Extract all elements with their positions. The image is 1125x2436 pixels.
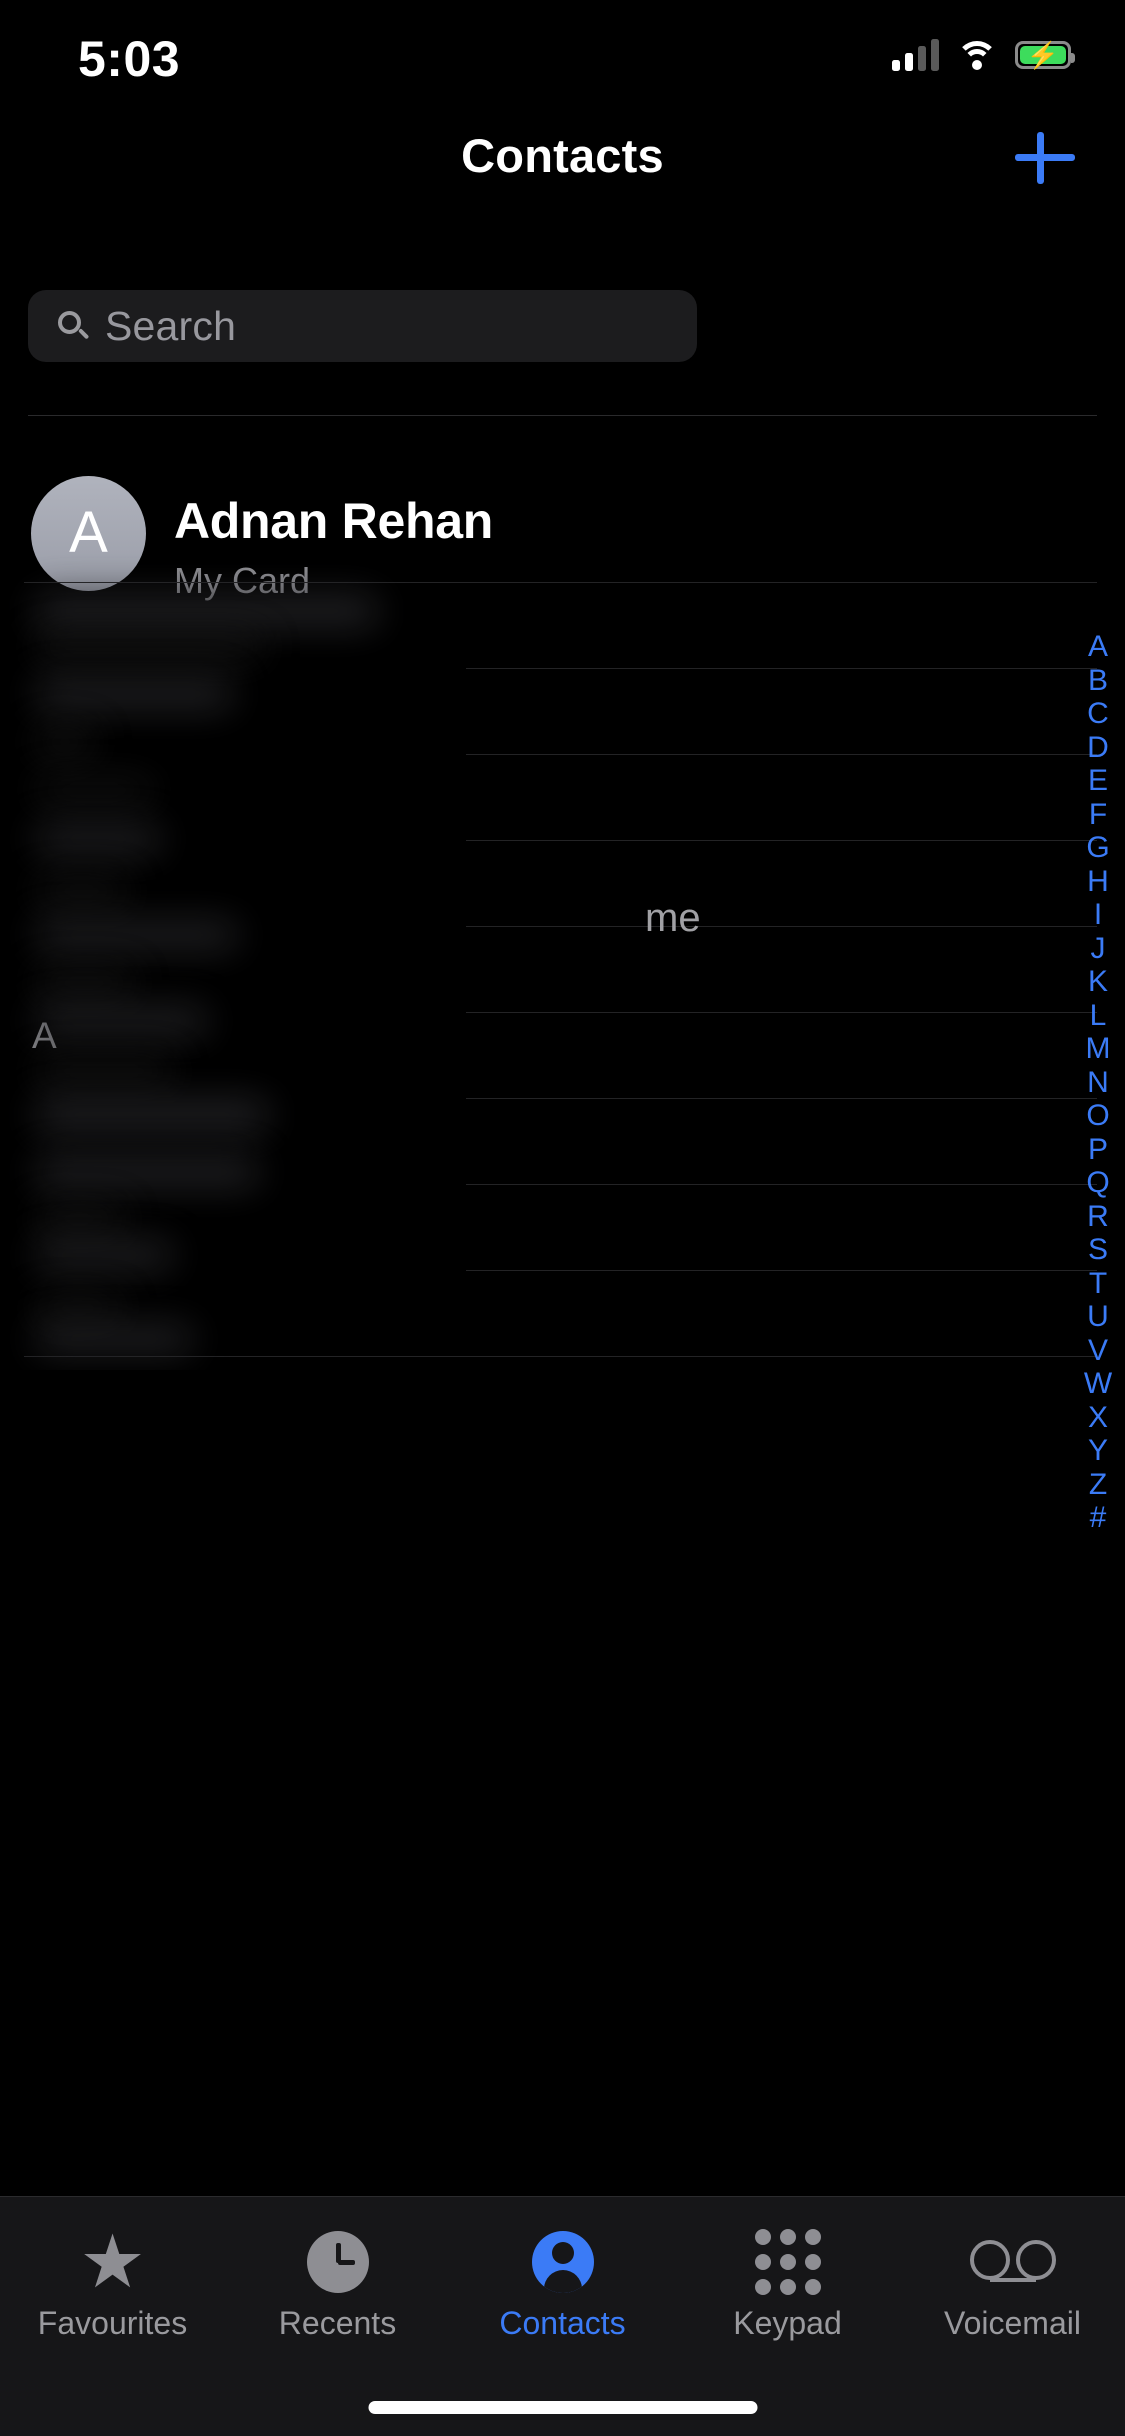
table-row[interactable] (34, 636, 264, 658)
table-row[interactable] (34, 1208, 124, 1230)
alpha-index-letter[interactable]: H (1077, 865, 1119, 899)
list-divider (466, 926, 1097, 927)
alpha-index-letter[interactable]: K (1077, 965, 1119, 999)
table-row[interactable] (34, 922, 239, 948)
star-icon: ★ (79, 2220, 146, 2303)
alpha-index-letter[interactable]: # (1077, 1501, 1119, 1535)
alpha-index-letter[interactable]: Y (1077, 1434, 1119, 1468)
navigation-bar: Contacts (0, 110, 1125, 198)
tab-label: Voicemail (944, 2305, 1081, 2341)
add-contact-button[interactable] (1011, 124, 1079, 192)
search-placeholder: Search (105, 302, 237, 349)
alphabet-index[interactable]: A B C D E F G H I J K L M N O P Q R S T U V W X Y Z # (1077, 630, 1119, 1535)
tab-bar: ★ Favourites Recents Contacts Keypad Voi… (0, 2196, 1125, 2436)
alpha-index-letter[interactable]: U (1077, 1300, 1119, 1334)
alpha-index-letter[interactable]: D (1077, 731, 1119, 765)
alpha-index-letter[interactable]: B (1077, 664, 1119, 698)
tab-contacts[interactable]: Contacts (450, 2223, 675, 2367)
alpha-index-letter[interactable]: O (1077, 1099, 1119, 1133)
keypad-icon (745, 2223, 831, 2301)
table-row[interactable] (34, 880, 129, 902)
alpha-index-letter[interactable]: S (1077, 1233, 1119, 1267)
alpha-index-letter[interactable]: E (1077, 764, 1119, 798)
alpha-index-letter[interactable]: Z (1077, 1468, 1119, 1502)
table-row[interactable] (34, 1326, 194, 1352)
table-row[interactable] (34, 972, 134, 994)
list-divider (466, 754, 1097, 755)
home-indicator (368, 2401, 757, 2414)
table-row[interactable] (34, 596, 379, 626)
alpha-index-letter[interactable]: P (1077, 1133, 1119, 1167)
cellular-signal-icon (892, 38, 939, 71)
alpha-index-letter[interactable]: R (1077, 1200, 1119, 1234)
status-bar-indicators: ⚡ (892, 38, 1075, 71)
list-divider (24, 582, 1097, 583)
table-row[interactable] (34, 1158, 260, 1186)
divider (28, 415, 1097, 416)
table-row[interactable] (34, 730, 96, 754)
alpha-index-letter[interactable]: X (1077, 1401, 1119, 1435)
alpha-index-letter[interactable]: G (1077, 831, 1119, 865)
clock-icon (295, 2223, 381, 2301)
list-divider (466, 1184, 1097, 1185)
alpha-index-letter[interactable]: C (1077, 697, 1119, 731)
search-input[interactable]: Search (28, 290, 697, 362)
table-row[interactable] (34, 680, 234, 708)
person-icon (520, 2223, 606, 2301)
list-divider (466, 1098, 1097, 1099)
table-row[interactable] (34, 826, 162, 852)
wifi-icon (956, 39, 998, 70)
table-row[interactable] (34, 1060, 174, 1082)
search-bar[interactable]: Search (28, 290, 697, 362)
table-row[interactable] (34, 1242, 174, 1268)
table-row[interactable] (34, 1100, 270, 1130)
voicemail-icon (969, 2223, 1056, 2301)
alpha-index-letter[interactable]: Q (1077, 1166, 1119, 1200)
contact-list[interactable]: A me (0, 530, 1125, 1370)
list-divider (466, 840, 1097, 841)
list-divider (466, 1270, 1097, 1271)
tab-voicemail[interactable]: Voicemail (900, 2223, 1125, 2367)
table-row[interactable] (34, 780, 154, 800)
list-divider (466, 668, 1097, 669)
tab-favourites[interactable]: ★ Favourites (0, 2223, 225, 2367)
alpha-index-letter[interactable]: A (1077, 630, 1119, 664)
alpha-index-letter[interactable]: I (1077, 898, 1119, 932)
alpha-index-letter[interactable]: V (1077, 1334, 1119, 1368)
alpha-index-letter[interactable]: J (1077, 932, 1119, 966)
status-bar-time: 5:03 (78, 31, 181, 87)
list-divider (466, 1012, 1097, 1013)
tab-recents[interactable]: Recents (225, 2223, 450, 2367)
plus-icon (1015, 154, 1075, 161)
tab-label: Keypad (733, 2305, 842, 2341)
table-row[interactable] (34, 1298, 122, 1318)
tab-label: Recents (278, 2305, 397, 2341)
page-title: Contacts (461, 129, 664, 182)
status-bar: 5:03 ⚡ (0, 0, 1125, 110)
alpha-index-letter[interactable]: N (1077, 1066, 1119, 1100)
tab-keypad[interactable]: Keypad (675, 2223, 900, 2367)
tab-label: Favourites (37, 2305, 188, 2341)
table-row[interactable] (34, 1008, 209, 1034)
alpha-index-letter[interactable]: W (1077, 1367, 1119, 1401)
list-divider (24, 1356, 1097, 1357)
contacts-screen: 5:03 ⚡ Contacts Search A Adnan Rehan My … (0, 0, 1125, 2436)
tab-label: Contacts (499, 2305, 626, 2341)
alpha-index-letter[interactable]: F (1077, 798, 1119, 832)
alpha-index-letter[interactable]: T (1077, 1267, 1119, 1301)
search-icon (58, 311, 90, 341)
me-badge: me (645, 896, 701, 940)
alpha-index-letter[interactable]: L (1077, 999, 1119, 1033)
battery-charging-icon: ⚡ (1015, 40, 1075, 69)
alpha-index-letter[interactable]: M (1077, 1032, 1119, 1066)
